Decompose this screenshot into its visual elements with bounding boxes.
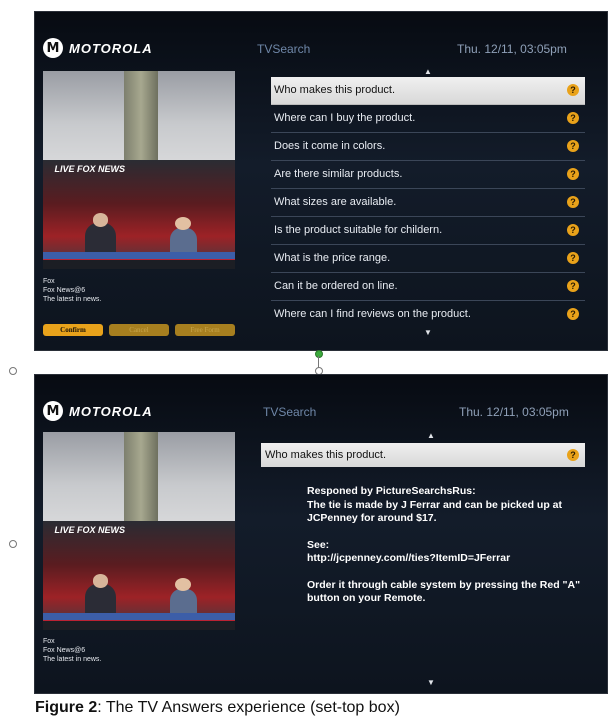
cancel-button[interactable]: Cancel [109, 324, 169, 336]
arrow-up-icon[interactable]: ▲ [271, 67, 585, 77]
question-label: Where can I buy the product. [274, 112, 416, 124]
motorola-m-icon: M [43, 38, 63, 58]
figure-label: Figure 2 [35, 699, 98, 716]
app-title: TVSearch [257, 42, 311, 56]
question-mark-icon: ? [567, 224, 579, 236]
resize-handle[interactable] [315, 367, 323, 375]
question-item[interactable]: Is the product suitable for childern. ? [271, 217, 585, 245]
question-item-selected[interactable]: Who makes this product. ? [271, 77, 585, 105]
question-mark-icon: ? [567, 140, 579, 152]
question-mark-icon: ? [567, 168, 579, 180]
arrow-down-icon[interactable]: ▼ [271, 328, 585, 338]
news-broadcast-inset [43, 521, 235, 630]
caption-text: : The TV Answers experience (set-top box… [97, 699, 400, 716]
confirm-button[interactable]: Confirm [43, 324, 103, 336]
channel-name: Fox [43, 638, 55, 645]
question-item[interactable]: Are there similar products. ? [271, 161, 585, 189]
question-item[interactable]: Can it be ordered on line. ? [271, 273, 585, 301]
motorola-logo: M MOTOROLA [43, 401, 153, 421]
selected-question[interactable]: Who makes this product. ? [261, 443, 585, 467]
question-label: Is the product suitable for childern. [274, 224, 443, 236]
question-label: What sizes are available. [274, 196, 397, 208]
question-mark-icon: ? [567, 196, 579, 208]
video-preview: LIVE FOX NEWS [43, 432, 235, 630]
clock: Thu. 12/11, 03:05pm [457, 42, 567, 56]
show-name: Fox News@6 [43, 647, 86, 654]
question-label: Can it be ordered on line. [274, 280, 398, 292]
answer-panel: Responed by PictureSearchsRus: The tie i… [307, 485, 587, 619]
arrow-down-icon[interactable]: ▼ [421, 678, 441, 688]
question-list: ▲ Who makes this product. ? Where can I … [271, 67, 585, 338]
question-item[interactable]: Where can I find reviews on the product.… [271, 301, 585, 328]
clock: Thu. 12/11, 03:05pm [459, 405, 569, 419]
motorola-m-icon: M [43, 401, 63, 421]
question-label: Who makes this product. [274, 84, 396, 96]
news-broadcast-inset [43, 160, 235, 269]
question-item[interactable]: What sizes are available. ? [271, 189, 585, 217]
question-label: Are there similar products. [274, 168, 403, 180]
answer-source: Responed by PictureSearchsRus: [307, 485, 476, 497]
video-preview: LIVE FOX NEWS [43, 71, 235, 269]
see-label: See: [307, 538, 330, 551]
question-mark-icon: ? [567, 84, 579, 96]
show-description: The latest in news. [43, 296, 102, 303]
motorola-logo: M MOTOROLA [43, 38, 153, 58]
question-item[interactable]: Does it come in colors. ? [271, 133, 585, 161]
question-label: Who makes this product. [265, 449, 387, 461]
channel-name: Fox [43, 278, 55, 285]
channel-info: Fox Fox News@6 The latest in news. [43, 637, 101, 664]
figure-caption: Figure 2: The TV Answers experience (set… [35, 699, 400, 717]
question-item[interactable]: What is the price range. ? [271, 245, 585, 273]
resize-handle[interactable] [9, 367, 17, 375]
question-item[interactable]: Where can I buy the product. ? [271, 105, 585, 133]
answer-text: The tie is made by J Ferrar and can be p… [307, 498, 562, 525]
question-label: Does it come in colors. [274, 140, 386, 152]
resize-handle[interactable] [9, 540, 17, 548]
rotate-handle[interactable] [315, 350, 323, 358]
app-title: TVSearch [263, 405, 317, 419]
channel-info: Fox Fox News@6 The latest in news. [43, 277, 101, 304]
answer-url[interactable]: http://jcpenney.com//ties?ItemID=JFerrar [307, 552, 510, 564]
question-label: What is the price range. [274, 252, 391, 264]
channel-logo: LIVE FOX NEWS [54, 525, 126, 536]
order-instructions: Order it through cable system by pressin… [307, 578, 581, 605]
channel-logo: LIVE FOX NEWS [54, 164, 126, 175]
action-buttons: Confirm Cancel Free Form [43, 324, 235, 336]
question-mark-icon: ? [567, 308, 579, 320]
brand-name: MOTOROLA [69, 403, 153, 419]
brand-name: MOTOROLA [69, 40, 153, 56]
free-form-button[interactable]: Free Form [175, 324, 235, 336]
question-mark-icon: ? [567, 449, 579, 461]
question-mark-icon: ? [567, 280, 579, 292]
show-description: The latest in news. [43, 656, 102, 663]
question-mark-icon: ? [567, 112, 579, 124]
question-mark-icon: ? [567, 252, 579, 264]
tv-screen-question-list: M MOTOROLA TVSearch Thu. 12/11, 03:05pm … [35, 12, 607, 350]
question-label: Where can I find reviews on the product. [274, 308, 471, 320]
tv-screen-answer: M MOTOROLA TVSearch Thu. 12/11, 03:05pm … [35, 375, 607, 693]
show-name: Fox News@6 [43, 287, 86, 294]
arrow-up-icon[interactable]: ▲ [421, 431, 441, 441]
